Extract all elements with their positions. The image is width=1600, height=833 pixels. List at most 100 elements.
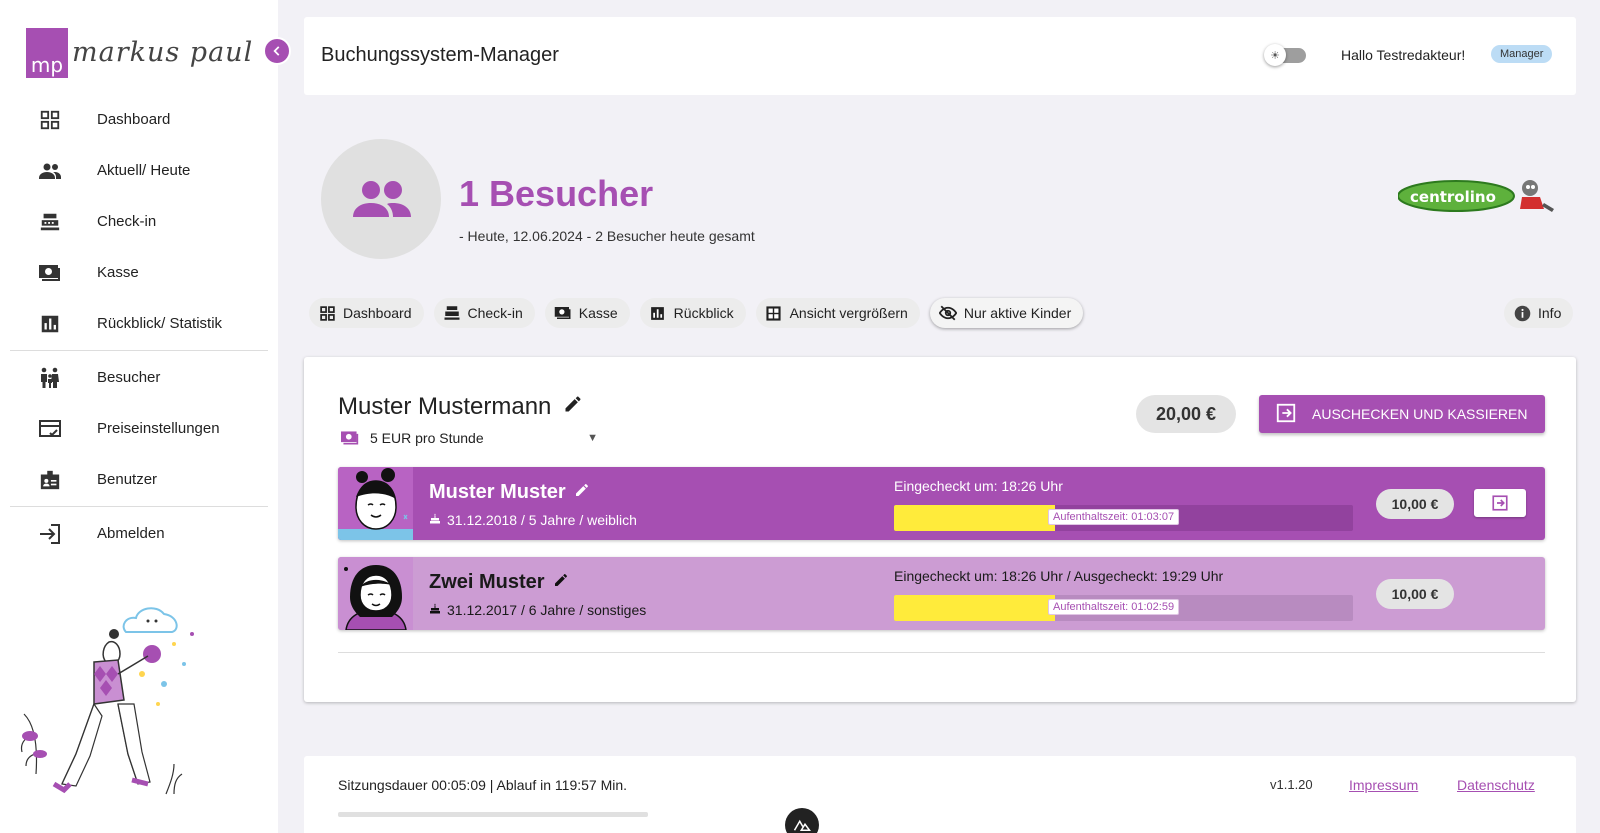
logout-icon [38,522,62,546]
chip-label: Rückblick [673,305,734,321]
money-icon [38,261,62,285]
child-name: Zwei Muster [429,571,569,594]
sidebar-item-abmelden[interactable]: Abmelden [0,508,278,559]
sidebar-item-label: Dashboard [97,111,171,128]
sidebar-item-label: Rückblick/ Statistik [97,315,223,332]
sidebar-item-label: Preiseinstellungen [97,420,220,437]
sidebar-item-benutzer[interactable]: Benutzer [0,454,278,505]
total-amount: 20,00 € [1136,395,1236,433]
footer: Sitzungsdauer 00:05:09 | Ablauf in 119:5… [304,756,1576,833]
session-info: Sitzungsdauer 00:05:09 | Ablauf in 119:5… [338,777,628,793]
sidebar-item-preiseinstellungen[interactable]: Preiseinstellungen [0,403,278,454]
stay-duration: Aufenthaltszeit: 01:02:59 [1048,599,1180,615]
info-chip[interactable]: Info [1504,298,1574,328]
checkout-label: Auschecken und kassieren [1312,406,1528,422]
child-avatar [338,467,413,540]
sidebar-collapse-button[interactable] [263,37,291,65]
dashboard-icon [318,304,336,322]
cake-icon [429,512,441,528]
stay-progress-bar: Aufenthaltszeit: 01:02:59 [894,595,1353,621]
action-bar: Dashboard Check-in Kasse Rückblick Ansic… [309,298,1093,328]
sun-icon: ☀ [1264,44,1286,66]
child-name: Muster Muster [429,481,590,504]
sidebar-item-label: Kasse [97,264,139,281]
impressum-link[interactable]: Impressum [1349,777,1418,793]
checkout-icon [1275,402,1297,427]
partner-logo-text: centrolino [1410,188,1496,206]
sidebar-item-aktuell[interactable]: Aktuell/ Heute [0,145,278,196]
brand-logo[interactable]: mp markus paul [26,28,253,78]
cake-icon [429,602,441,618]
sidebar-item-besucher[interactable]: Besucher [0,352,278,403]
chip-label: Ansicht vergrößern [789,305,908,321]
child-amount: 10,00 € [1376,489,1454,519]
role-badge: Manager [1491,45,1553,63]
stay-progress-bar: Aufenthaltszeit: 01:03:07 [894,505,1353,531]
card-divider [338,652,1545,653]
chevron-left-icon [273,46,280,56]
child-name-text: Zwei Muster [429,571,545,593]
edit-pencil-icon[interactable] [563,393,583,421]
sidebar-item-label: Benutzer [97,471,158,488]
child-avatar [338,557,413,630]
walking-woman-illustration [20,607,194,795]
dashboard-chip[interactable]: Dashboard [309,298,424,328]
eye-off-icon [938,304,957,322]
sidebar-item-statistik[interactable]: Rückblick/ Statistik [0,298,278,349]
caret-down-icon: ▼ [587,432,598,444]
datenschutz-link[interactable]: Datenschutz [1457,777,1535,793]
edit-pencil-icon[interactable] [574,481,590,504]
sidebar-nav: Dashboard Aktuell/ Heute Check-in Kasse … [0,94,278,559]
sidebar-divider [10,350,268,351]
people-icon [353,181,411,217]
visitor-count-title: 1 Besucher [459,173,654,214]
sidebar-item-label: Besucher [97,369,161,386]
theme-toggle[interactable]: ☀ [1264,44,1308,66]
chip-label: Kasse [578,305,618,321]
edit-pencil-icon[interactable] [553,571,569,594]
chip-label: Check-in [467,305,523,321]
child-amount: 10,00 € [1376,579,1454,609]
sidebar-item-kasse[interactable]: Kasse [0,247,278,298]
progress-fill [894,595,1055,621]
cash-register-icon [443,304,461,322]
sidebar: mp markus paul Dashboard Aktuell/ Heute … [0,0,291,833]
checkin-checkout-time: Eingecheckt um: 18:26 Uhr / Ausgecheckt:… [894,568,1224,584]
partner-logo: centrolino [1398,180,1554,212]
child-name-text: Muster Muster [429,481,566,503]
page-title: Buchungssystem-Manager [321,44,559,66]
info-icon [1513,304,1531,322]
checkin-chip[interactable]: Check-in [433,298,535,328]
checkin-time: Eingecheckt um: 18:26 Uhr [894,478,1063,494]
kasse-chip[interactable]: Kasse [544,298,630,328]
tariff-select[interactable]: 5 EUR pro Stunde ▼ [338,429,598,447]
people-icon [38,159,62,183]
sidebar-item-label: Check-in [97,213,157,230]
booking-card: Muster Mustermann 5 EUR pro Stunde ▼ 20,… [304,357,1576,702]
chip-label: Info [1538,305,1562,321]
enlarge-view-chip[interactable]: Ansicht vergrößern [755,298,920,328]
checkout-icon [1492,495,1508,511]
checkout-and-pay-button[interactable]: Auschecken und kassieren [1259,395,1545,433]
badge-icon [38,468,62,492]
logo-mark: mp [26,28,68,78]
cash-register-icon [38,210,62,234]
rueckblick-chip[interactable]: Rückblick [639,298,746,328]
dashboard-icon [38,108,62,132]
child-details: 31.12.2018 / 5 Jahre / weiblich [429,512,637,528]
family-icon [38,366,62,390]
child-details: 31.12.2017 / 6 Jahre / sonstiges [429,602,646,618]
bar-chart-icon [649,304,667,322]
progress-fill [894,505,1055,531]
visitor-count-subtitle: - Heute, 12.06.2024 - 2 Besucher heute g… [459,228,755,244]
checkout-child-button[interactable] [1474,489,1526,517]
bar-chart-icon [38,312,62,336]
price-card-icon [38,417,62,441]
logo-name: markus paul [72,37,254,68]
child-details-text: 31.12.2018 / 5 Jahre / weiblich [447,512,637,528]
active-children-filter-chip[interactable]: Nur aktive Kinder [929,298,1084,328]
chip-label: Nur aktive Kinder [963,305,1072,321]
sidebar-item-dashboard[interactable]: Dashboard [0,94,278,145]
sidebar-item-checkin[interactable]: Check-in [0,196,278,247]
visitors-avatar [321,139,441,259]
